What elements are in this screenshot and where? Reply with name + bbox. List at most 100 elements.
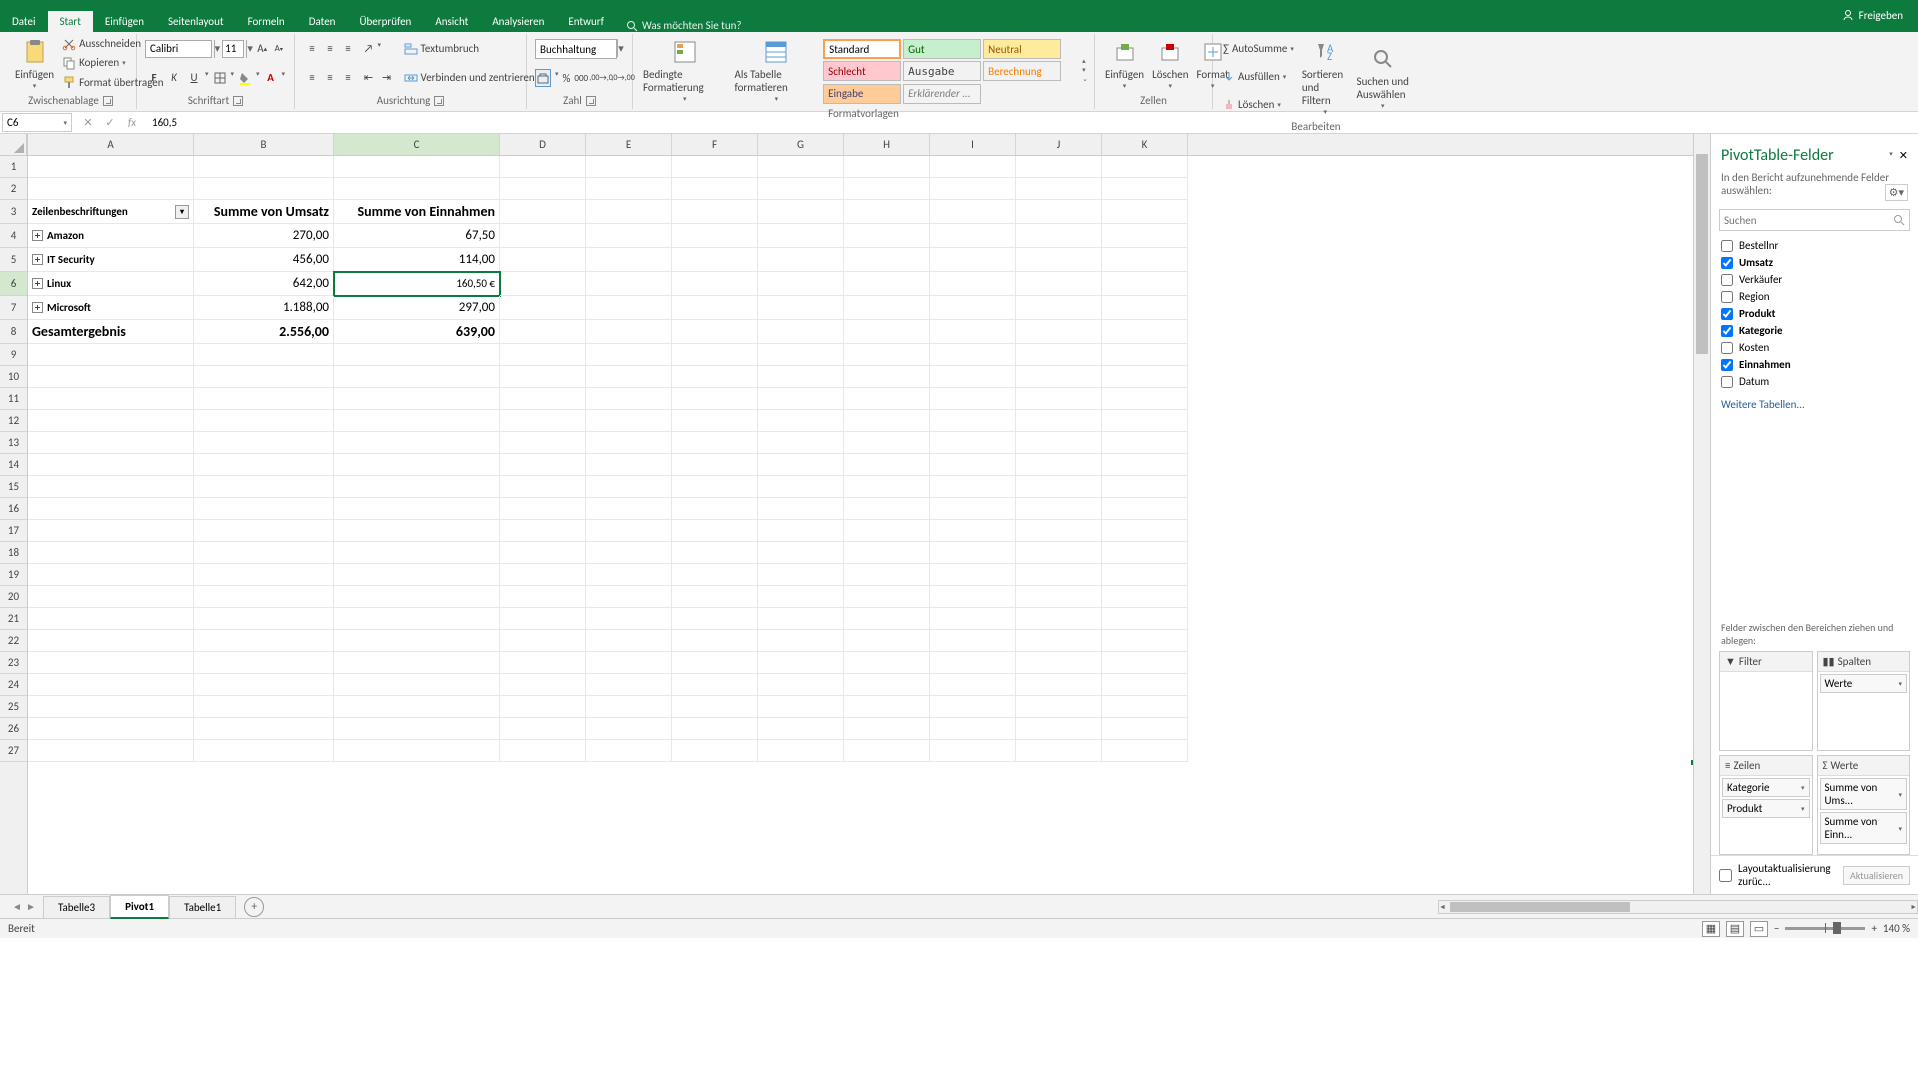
pivot-field-kategorie[interactable]: Kategorie xyxy=(1721,322,1908,339)
row-header[interactable]: 5 xyxy=(0,248,27,272)
tab-ueberpruefen[interactable]: Überprüfen xyxy=(347,11,423,32)
col-header[interactable]: A xyxy=(28,134,194,155)
row-header[interactable]: 27 xyxy=(0,740,27,762)
tab-datei[interactable]: Datei xyxy=(0,11,48,32)
paste-button[interactable]: Einfügen▾ xyxy=(11,34,58,92)
pivot-row[interactable]: IT Security xyxy=(28,248,194,272)
pivot-row[interactable]: Microsoft xyxy=(28,296,194,320)
insert-cells-button[interactable]: Einfügen▾ xyxy=(1101,34,1148,92)
align-bottom-icon[interactable]: ≡ xyxy=(339,40,357,58)
border-button[interactable] xyxy=(211,69,229,87)
number-format-select[interactable]: Buchhaltung xyxy=(535,39,617,59)
percent-icon[interactable]: % xyxy=(563,69,571,87)
expand-icon[interactable] xyxy=(32,278,43,289)
tell-me-search[interactable]: Was möchten Sie tun? xyxy=(626,19,742,32)
row-header[interactable]: 16 xyxy=(0,498,27,520)
col-header[interactable]: H xyxy=(844,134,930,155)
active-cell[interactable]: 160,50 € xyxy=(334,272,500,296)
underline-button[interactable]: U xyxy=(185,69,203,87)
style-ausgabe[interactable]: Ausgabe xyxy=(903,61,981,81)
pivot-row[interactable]: Linux xyxy=(28,272,194,296)
page-break-view-icon[interactable]: ▭ xyxy=(1750,921,1768,937)
tab-einfuegen[interactable]: Einfügen xyxy=(93,11,156,32)
col-header[interactable]: J xyxy=(1016,134,1102,155)
pivot-field-kosten[interactable]: Kosten xyxy=(1721,339,1908,356)
col-header[interactable]: F xyxy=(672,134,758,155)
row-header[interactable]: 22 xyxy=(0,630,27,652)
align-center-icon[interactable]: ≡ xyxy=(321,69,339,87)
col-header[interactable]: B xyxy=(194,134,334,155)
expand-icon[interactable] xyxy=(32,230,43,241)
close-icon[interactable]: ✕ xyxy=(1899,149,1908,162)
col-header[interactable]: D xyxy=(500,134,586,155)
pivot-field-datum[interactable]: Datum xyxy=(1721,373,1908,390)
row-header[interactable]: 21 xyxy=(0,608,27,630)
tab-seitenlayout[interactable]: Seitenlayout xyxy=(156,11,236,32)
pivot-field-einnahmen[interactable]: Einnahmen xyxy=(1721,356,1908,373)
increase-font-icon[interactable]: A▴ xyxy=(255,40,270,58)
indent-inc-icon[interactable]: ⇥ xyxy=(378,69,396,87)
fill-button[interactable]: Ausfüllen▾ xyxy=(1219,68,1298,85)
more-tables-link[interactable]: Weitere Tabellen... xyxy=(1711,394,1918,415)
cancel-formula-icon[interactable]: ✕ xyxy=(80,116,96,129)
delete-cells-button[interactable]: Löschen▾ xyxy=(1148,34,1192,92)
area-item[interactable]: Summe von Ums...▾ xyxy=(1820,778,1908,810)
align-middle-icon[interactable]: ≡ xyxy=(321,40,339,58)
dec-decimals-icon[interactable]: ,0→,00 xyxy=(614,69,632,87)
formula-bar[interactable]: 160,5 xyxy=(146,116,177,129)
row-header[interactable]: 23 xyxy=(0,652,27,674)
style-neutral[interactable]: Neutral xyxy=(983,39,1061,59)
row-header[interactable]: 19 xyxy=(0,564,27,586)
row-header[interactable]: 14 xyxy=(0,454,27,476)
style-schlecht[interactable]: Schlecht xyxy=(823,61,901,81)
select-all-button[interactable] xyxy=(0,134,27,156)
horizontal-scrollbar[interactable]: ◄► xyxy=(1438,900,1918,914)
row-header[interactable]: 12 xyxy=(0,410,27,432)
share-button[interactable]: Freigeben xyxy=(1841,8,1903,22)
row-header[interactable]: 18 xyxy=(0,542,27,564)
worksheet-grid[interactable]: Zeilenbeschriftungen▾Summe von UmsatzSum… xyxy=(28,156,1693,762)
tab-analysieren[interactable]: Analysieren xyxy=(480,11,556,32)
sheet-nav-prev[interactable]: ◄ xyxy=(10,900,24,913)
sheet-nav-next[interactable]: ► xyxy=(24,900,38,913)
pivot-field-produkt[interactable]: Produkt xyxy=(1721,305,1908,322)
pivot-row[interactable]: Amazon xyxy=(28,224,194,248)
expand-icon[interactable] xyxy=(32,302,43,313)
row-header[interactable]: 24 xyxy=(0,674,27,696)
style-berechnung[interactable]: Berechnung xyxy=(983,61,1061,81)
zoom-in-icon[interactable]: + xyxy=(1871,922,1876,935)
decrease-font-icon[interactable]: A▾ xyxy=(271,40,286,58)
values-area[interactable]: Σ Werte Summe von Ums...▾ Summe von Einn… xyxy=(1817,755,1911,855)
sheet-tab[interactable]: Tabelle1 xyxy=(169,896,236,918)
clipboard-launcher[interactable] xyxy=(103,96,113,106)
format-table-button[interactable]: Als Tabelle formatieren▾ xyxy=(730,34,822,105)
row-header[interactable]: 15 xyxy=(0,476,27,498)
rows-area[interactable]: ≡ Zeilen Kategorie▾ Produkt▾ xyxy=(1719,755,1813,855)
comma-icon[interactable]: 000 xyxy=(574,69,588,87)
add-sheet-button[interactable]: + xyxy=(244,897,264,917)
row-header[interactable]: 6 xyxy=(0,272,27,296)
styles-more[interactable]: ⌄ xyxy=(1082,74,1088,83)
page-layout-view-icon[interactable]: ▤ xyxy=(1726,921,1744,937)
merge-button[interactable]: Verbinden und zentrieren▾ xyxy=(400,69,546,86)
vertical-scrollbar[interactable] xyxy=(1693,134,1710,894)
pivot-field-verkäufer[interactable]: Verkäufer xyxy=(1721,271,1908,288)
italic-button[interactable]: K xyxy=(165,69,183,87)
row-header[interactable]: 10 xyxy=(0,366,27,388)
clear-button[interactable]: Löschen▾ xyxy=(1219,96,1298,113)
pivot-total-row[interactable]: Gesamtergebnis xyxy=(28,320,194,344)
font-size-select[interactable]: 11 xyxy=(222,40,244,58)
col-header[interactable]: K xyxy=(1102,134,1188,155)
number-launcher[interactable] xyxy=(586,96,596,106)
bold-button[interactable]: F xyxy=(145,69,163,87)
gear-icon[interactable]: ⚙▾ xyxy=(1885,184,1908,201)
pivot-pane-menu-icon[interactable]: ▾ xyxy=(1889,149,1893,162)
area-item[interactable]: Summe von Einn...▾ xyxy=(1820,812,1908,844)
font-color-button[interactable]: A xyxy=(262,69,280,87)
style-eingabe[interactable]: Eingabe xyxy=(823,84,901,104)
row-header[interactable]: 25 xyxy=(0,696,27,718)
normal-view-icon[interactable]: ▦ xyxy=(1702,921,1720,937)
zoom-slider[interactable] xyxy=(1785,927,1865,930)
row-header[interactable]: 3 xyxy=(0,200,27,224)
accounting-format-icon[interactable] xyxy=(535,69,551,87)
